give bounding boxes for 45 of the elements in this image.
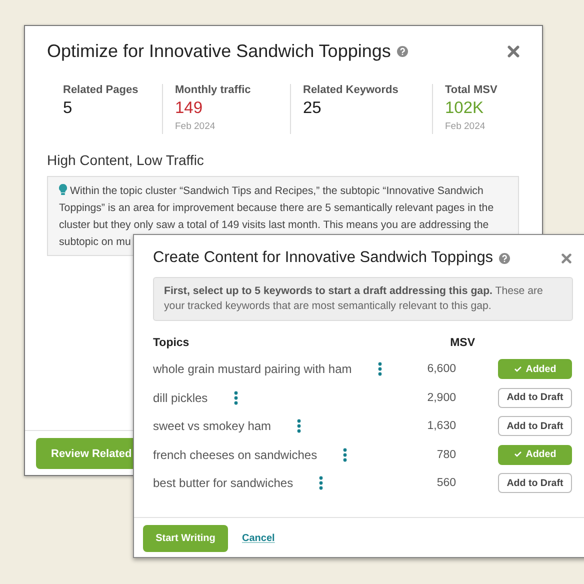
stat-label: Related Keywords <box>303 84 400 96</box>
stat-value: 149 <box>175 99 204 118</box>
msv-value: 6,600 <box>426 363 456 376</box>
close-icon[interactable] <box>561 252 572 264</box>
stat-value: 5 <box>63 99 74 118</box>
topic-text: dill pickles <box>153 390 208 405</box>
stat-value: 25 <box>303 99 322 118</box>
add-to-draft-button[interactable]: Add to Draft <box>498 388 572 408</box>
topic-text: best butter for sandwiches <box>153 476 294 490</box>
topic-text: french cheeses on sandwiches <box>153 448 318 462</box>
msv-value: 1,630 <box>426 420 456 432</box>
more-options-icon[interactable] <box>319 476 324 490</box>
stat-label: Total MSV <box>445 84 498 96</box>
instruction-text: First, select up to 5 keywords to start a draft addressing this gap. These are your tracked keywords that are most semantically relevant to this gap. <box>153 277 573 321</box>
review-button[interactable]: Review Related <box>36 438 133 469</box>
start-writing-button[interactable]: Start Writing <box>143 525 228 552</box>
more-options-icon[interactable] <box>234 390 238 405</box>
dialog-title: Optimize for Innovative Sandwich Toppings <box>47 41 391 62</box>
stat-date: Feb 2024 <box>445 121 486 132</box>
add-to-draft-button[interactable]: Add to Draft <box>498 473 572 494</box>
msv-value: 780 <box>436 448 456 461</box>
column-header: Topics <box>153 337 190 349</box>
stat-label: Monthly traffic <box>175 84 252 96</box>
cancel-link[interactable]: Cancel <box>242 533 275 544</box>
section-title: High Content, Low Traffic <box>47 152 205 168</box>
stat-value: 102K <box>445 99 485 118</box>
msv-value: 2,900 <box>426 392 456 404</box>
topic-text: sweet vs smokey ham <box>153 419 272 434</box>
check-icon <box>514 366 522 372</box>
check-icon <box>514 451 522 458</box>
more-options-icon[interactable] <box>378 362 382 376</box>
help-icon[interactable] <box>396 46 408 57</box>
more-options-icon[interactable] <box>343 448 348 462</box>
more-options-icon[interactable] <box>297 419 302 434</box>
column-header: MSV <box>449 337 475 349</box>
added-button[interactable]: Added <box>498 359 572 380</box>
close-icon[interactable] <box>507 45 520 58</box>
lightbulb-icon <box>59 184 67 195</box>
stat-label: Related Pages <box>63 84 140 96</box>
added-button[interactable]: Added <box>498 444 572 465</box>
msv-value: 560 <box>436 477 456 490</box>
help-icon[interactable] <box>499 252 510 264</box>
stat-date: Feb 2024 <box>175 121 216 132</box>
add-to-draft-button[interactable]: Add to Draft <box>498 416 572 436</box>
topic-text: whole grain mustard pairing with ham <box>153 362 352 376</box>
